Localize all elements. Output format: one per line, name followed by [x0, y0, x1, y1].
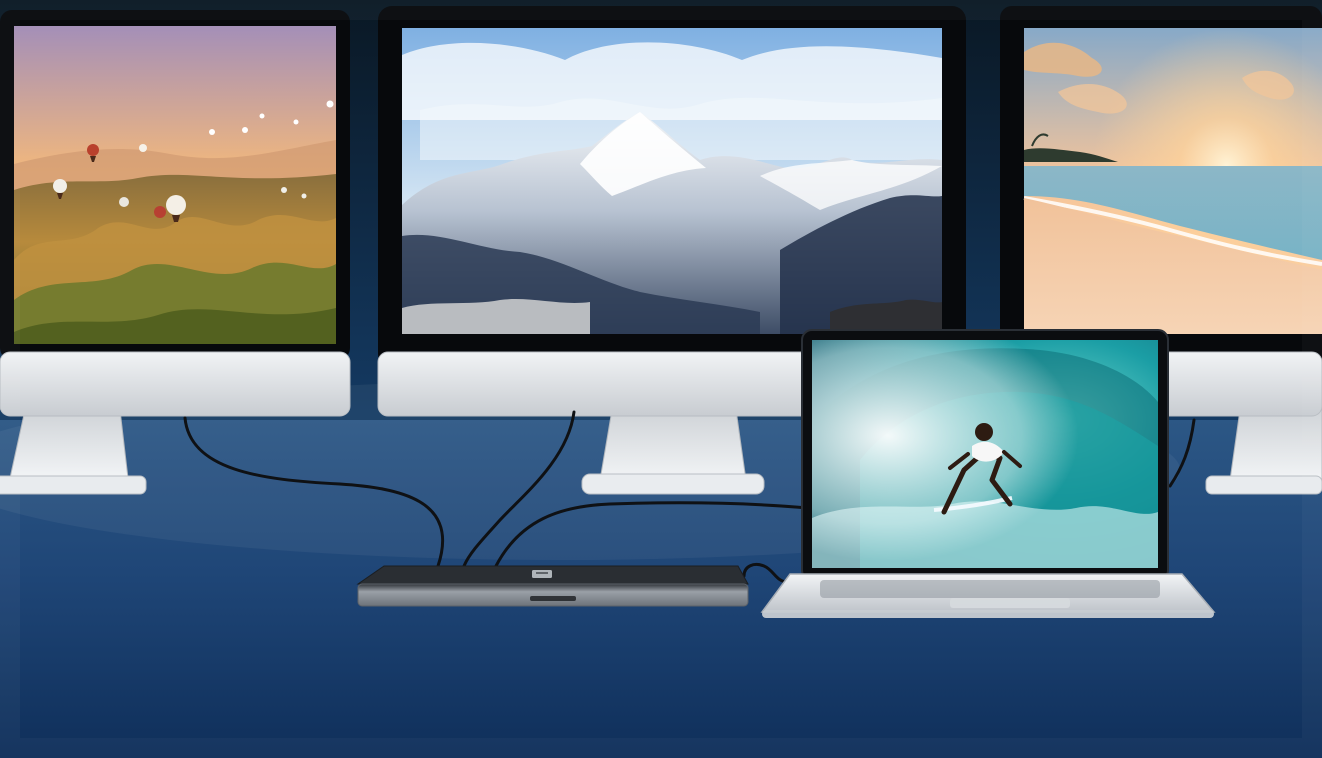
left-monitor-screen	[14, 26, 336, 344]
laptop-front-lip	[762, 610, 1214, 618]
right-monitor-screen	[1023, 28, 1322, 334]
docking-station-scene	[0, 0, 1322, 758]
center-monitor-stand-base	[581, 473, 765, 495]
laptop-trackpad	[950, 598, 1070, 608]
dock-front	[357, 583, 749, 607]
dock-logo-icon	[532, 570, 552, 578]
center-monitor-screen	[402, 28, 942, 334]
docking-station	[356, 565, 749, 607]
dock-top	[356, 565, 749, 585]
laptop-screen	[812, 340, 1158, 568]
dock-led	[530, 596, 576, 601]
left-monitor-stand	[9, 409, 129, 479]
left-monitor-chin	[0, 351, 351, 417]
laptop	[760, 329, 1216, 618]
laptop-keyboard	[820, 580, 1160, 598]
left-monitor-stand-base	[0, 475, 147, 495]
center-monitor-stand	[599, 409, 747, 481]
